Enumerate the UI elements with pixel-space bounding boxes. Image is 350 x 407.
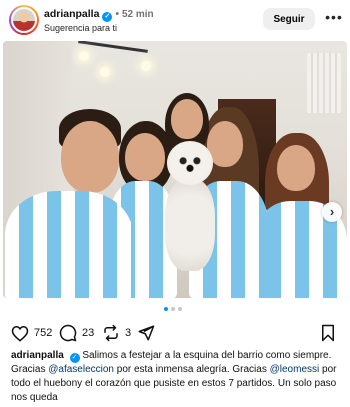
separator-dot: • — [115, 9, 119, 20]
pager-dot — [178, 307, 182, 311]
verified-badge-icon: ✓ — [69, 353, 80, 363]
username[interactable]: adrianpalla — [44, 8, 99, 20]
post-photo[interactable]: › — [3, 41, 347, 298]
caption-username[interactable]: adrianpalla — [11, 350, 64, 361]
verified-badge-icon: ✓ — [102, 12, 113, 22]
post-header: adrianpalla ✓ • 52 min Sugerencia para ti S… — [0, 0, 350, 40]
dog — [161, 141, 219, 271]
more-options-icon[interactable]: ••• — [325, 10, 343, 26]
post-caption: adrianpalla ✓ Salimos a festejar a la es… — [11, 349, 341, 405]
suggestion-label: Sugerencia para ti — [44, 23, 118, 33]
save-button[interactable] — [320, 322, 336, 344]
mention-link[interactable]: @leomessi — [270, 364, 320, 375]
pager-dot — [164, 307, 168, 311]
like-count: 752 — [34, 327, 53, 339]
repost-icon — [104, 324, 118, 342]
bookmark-icon — [322, 324, 334, 342]
post-time: 52 min — [121, 9, 154, 20]
caption-text: por esta inmensa alegría. Gracias — [113, 364, 270, 375]
heart-icon — [11, 325, 29, 342]
follow-button[interactable]: Seguir — [263, 8, 315, 30]
comment-count: 23 — [82, 327, 95, 339]
post-author[interactable]: adrianpalla ✓ • 52 min — [44, 8, 154, 22]
post-actions: 752 23 3 — [0, 322, 350, 344]
comment-icon — [59, 324, 77, 342]
pager-dot — [171, 307, 175, 311]
repost-count: 3 — [125, 327, 132, 339]
carousel-next-button[interactable]: › — [322, 202, 342, 222]
mention-link[interactable]: @afaseleccion — [48, 364, 114, 375]
avatar[interactable] — [9, 5, 39, 35]
repost-button[interactable]: 3 — [102, 322, 131, 344]
carousel-pager — [164, 307, 182, 313]
share-button[interactable] — [137, 322, 155, 344]
share-icon — [138, 325, 155, 341]
like-button[interactable]: 752 — [11, 322, 52, 344]
comment-button[interactable]: 23 — [59, 322, 94, 344]
